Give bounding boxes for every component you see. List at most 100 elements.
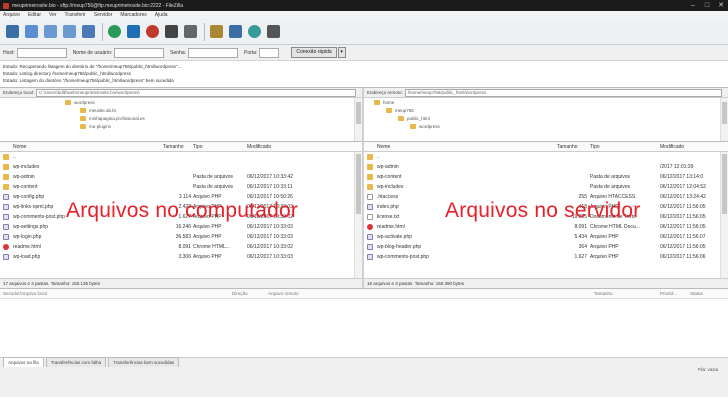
file-name: wp-links-opml.php [13, 204, 54, 210]
host-input[interactable] [16, 47, 67, 58]
tree-node[interactable]: wordpress [65, 100, 95, 105]
queue-tab[interactable]: Arquivos na fila [3, 357, 44, 367]
refresh-icon[interactable] [106, 22, 123, 41]
table-row[interactable]: wp-admin/2017 12:01:39 [364, 162, 728, 172]
toggle-local-tree-icon[interactable] [42, 22, 59, 41]
file-modified: 06/12/2017 10:33:02 [247, 244, 293, 250]
menu-item[interactable]: Transferir [65, 12, 86, 18]
table-row[interactable]: wp-content Pasta de arquivos 06/12/2017 13… [364, 172, 728, 182]
file-type: Chrome HTML Docu... [590, 224, 640, 230]
maximize-icon[interactable]: □ [700, 0, 714, 11]
tree-node[interactable]: meup756 [386, 108, 414, 113]
column-type[interactable]: Tipo [590, 144, 600, 150]
remote-tree-scrollbar[interactable] [720, 98, 728, 141]
tree-node[interactable]: mu-plugins [80, 124, 111, 129]
file-icon [3, 234, 9, 240]
scroll-thumb[interactable] [356, 154, 361, 214]
column-size[interactable]: Tamanho [163, 144, 184, 150]
menu-item[interactable]: Arquivo [3, 12, 20, 18]
queue-column[interactable]: Servidor/Arquivo local [3, 291, 47, 296]
table-row[interactable]: wp-load.php 3.306 Arquivo PHP 06/12/2017 10… [0, 252, 362, 262]
filter-icon[interactable] [208, 22, 225, 41]
remote-path-label: Endereço remoto: [367, 90, 403, 95]
menu-item[interactable]: Ajuda [155, 12, 168, 18]
remote-path-bar: Endereço remoto:/home/meup756/public_htm… [364, 88, 728, 98]
scroll-thumb[interactable] [356, 102, 361, 124]
column-type[interactable]: Tipo [193, 144, 203, 150]
menu-item[interactable]: Editar [28, 12, 41, 18]
menu-item[interactable]: Ver [49, 12, 57, 18]
tree-node[interactable]: home [374, 100, 394, 105]
port-input[interactable] [259, 47, 280, 58]
queue-column[interactable]: Priorid... [660, 291, 677, 296]
table-row[interactable]: wp-blog-header.php 364 Arquivo PHP 06/12/20… [364, 242, 728, 252]
scroll-thumb[interactable] [722, 154, 727, 214]
local-list-scrollbar[interactable] [354, 152, 362, 278]
table-row[interactable]: wp-admin Pasta de arquivos 06/12/2017 10:3… [0, 172, 362, 182]
tree-node[interactable]: minhapagina.profissional.es [80, 116, 145, 121]
quickconnect-dropdown[interactable]: ▾ [337, 47, 346, 58]
compare-icon[interactable] [227, 22, 244, 41]
column-name[interactable]: Nome [13, 144, 26, 150]
queue-tab[interactable]: Transferências com falha [45, 357, 107, 367]
table-row[interactable]: readme.html 8.091 Chrome HTML... 06/12/2017… [0, 242, 362, 252]
queue-column[interactable]: Arquivo remoto [268, 291, 299, 296]
file-type: Pasta de arquivos [193, 174, 234, 180]
table-row[interactable]: .. [364, 152, 728, 162]
column-modified[interactable]: Modificado [660, 144, 684, 150]
toggle-remote-tree-icon[interactable] [61, 22, 78, 41]
queue-column[interactable]: Direção [232, 291, 248, 296]
remote-path-input[interactable]: /home/meup756/public_html/wordpress [404, 88, 722, 97]
queue-status: Fila: vazia [0, 367, 728, 373]
username-input[interactable] [114, 47, 165, 58]
tree-node[interactable]: public_html [398, 116, 430, 121]
folder-icon [367, 184, 373, 190]
tree-node[interactable]: wordpress [410, 124, 440, 129]
file-modified: 06/12/2017 11:56:05 [660, 214, 706, 220]
queue-column[interactable]: Status [690, 291, 703, 296]
reconnect-icon[interactable] [182, 22, 199, 41]
minimize-icon[interactable]: – [686, 0, 700, 11]
close-icon[interactable]: ✕ [714, 0, 728, 11]
local-path-label: Endereço local: [3, 90, 35, 95]
password-input[interactable] [188, 47, 238, 58]
cancel-icon[interactable] [144, 22, 161, 41]
local-path-input[interactable]: C:\Users\bdlb\web\meuprimeirosite.bio\wo… [36, 88, 356, 97]
table-row[interactable]: readme.html 8.091 Chrome HTML Docu... 06/12… [364, 222, 728, 232]
queue-column[interactable]: Tamanho [594, 291, 613, 296]
scroll-thumb[interactable] [722, 102, 727, 124]
process-queue-icon[interactable] [125, 22, 142, 41]
table-row[interactable]: wp-settings.php 16.246 Arquivo PHP 06/12/20… [0, 222, 362, 232]
password-label: Senha: [170, 49, 186, 56]
table-row[interactable]: .. [0, 152, 362, 162]
file-icon [3, 254, 9, 260]
queue-header: Servidor/Arquivo local Direção Arquivo rem… [0, 289, 728, 299]
table-row[interactable]: wp-comments-post.php 1.627 Arquivo PHP 06/1… [364, 252, 728, 262]
toggle-queue-icon[interactable] [80, 22, 97, 41]
log-line: Estado: Listagem do diretório "/home/meu… [3, 78, 174, 83]
queue-tab[interactable]: Transferências bem sucedidas [108, 357, 180, 367]
toggle-log-icon[interactable] [23, 22, 40, 41]
table-row[interactable]: wp-content Pasta de arquivos 06/12/2017 10… [0, 182, 362, 192]
file-type: Arquivo PHP [193, 224, 222, 230]
column-name[interactable]: Nome [377, 144, 390, 150]
remote-status: 18 arquivos e 3 pastas. Tamanho: 150.390… [364, 278, 728, 288]
column-modified[interactable]: Modificado [247, 144, 271, 150]
local-tree-scrollbar[interactable] [354, 98, 362, 141]
disconnect-icon[interactable] [163, 22, 180, 41]
table-row[interactable]: wp-login.php 36.583 Arquivo PHP 06/12/2017 … [0, 232, 362, 242]
search-icon[interactable] [265, 22, 282, 41]
file-icon [367, 204, 373, 210]
tree-node-label: public_html [407, 116, 430, 121]
column-size[interactable]: Tamanho [557, 144, 578, 150]
table-row[interactable]: wp-includes Pasta de arquivos 06/12/2017 1… [364, 182, 728, 192]
menu-item[interactable]: Marcadores [120, 12, 146, 18]
tree-node[interactable]: meusite.ab.br [80, 108, 116, 113]
table-row[interactable]: wp-includes [0, 162, 362, 172]
remote-list-scrollbar[interactable] [720, 152, 728, 278]
table-row[interactable]: wp-activate.php 5.434 Arquivo PHP 06/12/201… [364, 232, 728, 242]
menu-item[interactable]: Servidor [94, 12, 113, 18]
quickconnect-button[interactable]: Conexão rápida [291, 47, 337, 58]
sync-browse-icon[interactable] [246, 22, 263, 41]
site-manager-icon[interactable] [4, 22, 21, 41]
